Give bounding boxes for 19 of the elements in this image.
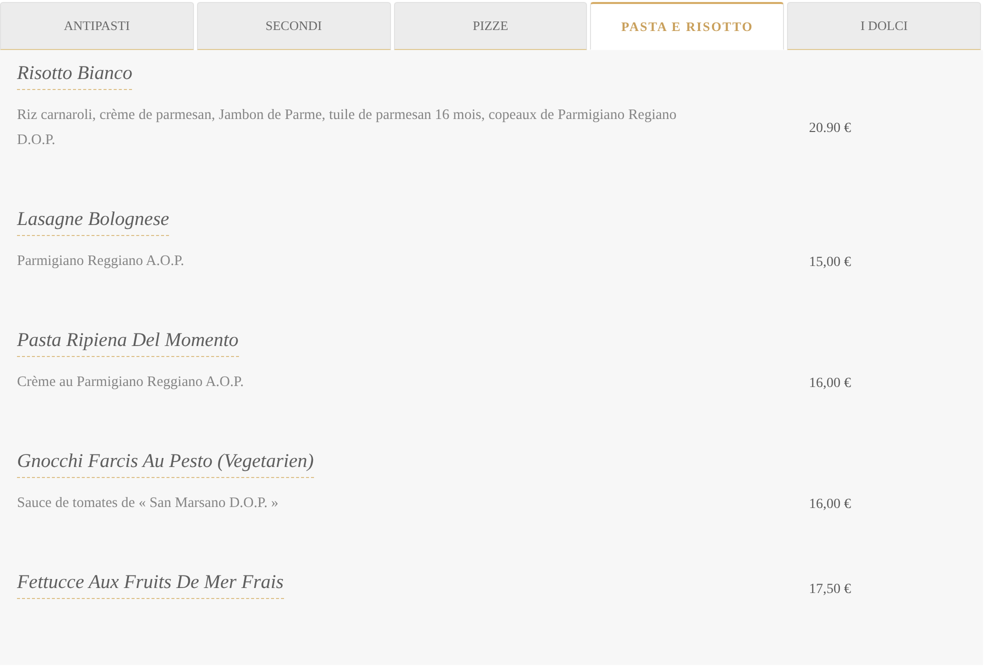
dish-name: Pasta Ripiena Del Momento	[17, 327, 238, 357]
dish-description: Parmigiano Reggiano A.O.P.	[17, 252, 186, 271]
dish-name: Fettucce Aux Fruits De Mer Frais	[17, 569, 284, 599]
dish-name: Risotto Bianco	[17, 60, 132, 90]
dish-price: 17,50 €	[809, 582, 851, 597]
dish-name: Lasagne Bolognese	[17, 206, 170, 236]
dish-price: 16,00 €	[809, 376, 851, 390]
dish-price: 15,00 €	[809, 254, 851, 270]
dish-name: Gnocchi Farcis Au Pesto (Vegetarien)	[17, 448, 314, 478]
dish-price: 20.90 €	[809, 121, 851, 136]
category-tab[interactable]: ANTIPASTI	[0, 2, 194, 50]
dish-description: Crème au Parmigiano Reggiano A.O.P.	[17, 373, 245, 392]
category-tab[interactable]: I DOLCI	[787, 2, 981, 50]
category-tab[interactable]: PASTA E RISOTTO	[590, 2, 784, 50]
dish-price: 16,00 €	[809, 496, 851, 512]
dish-description: Riz carnaroli, crème de parmesan, Jambon de Parme, tuile de parmesan 16 mois, copeaux de Parmigiano Regiano D.O.P.	[17, 106, 678, 150]
category-tab[interactable]: SECONDI	[196, 2, 391, 50]
category-tab[interactable]: PIZZE	[394, 2, 588, 50]
dish-description: Sauce de tomates de « San Marsano D.O.P. »	[17, 494, 280, 513]
